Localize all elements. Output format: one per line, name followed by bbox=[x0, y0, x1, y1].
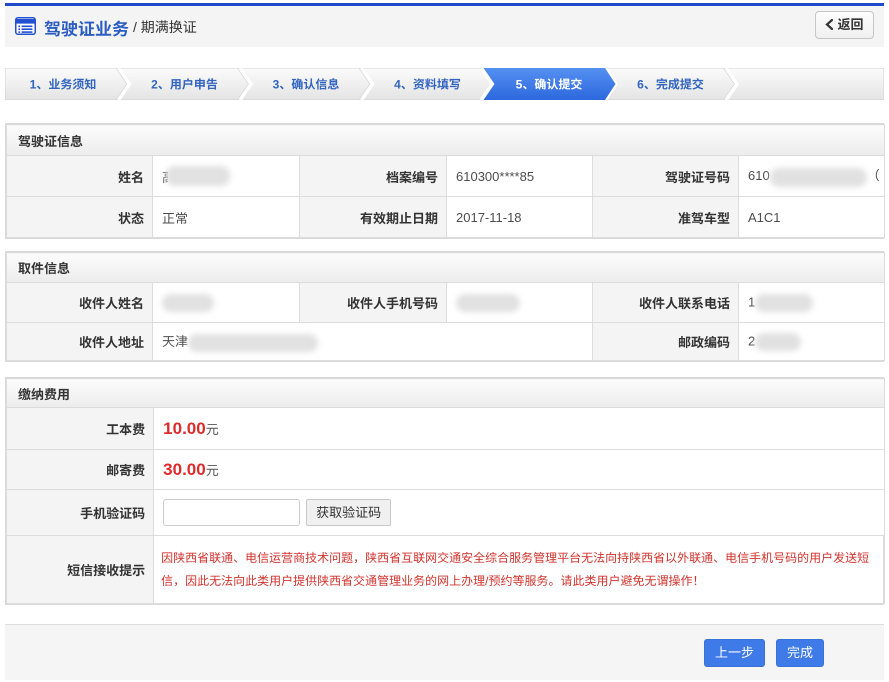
svg-text:4、资料填写: 4、资料填写 bbox=[394, 78, 461, 92]
svg-text:3、确认信息: 3、确认信息 bbox=[273, 78, 340, 92]
svg-text:2、用户申告: 2、用户申告 bbox=[151, 78, 218, 92]
svg-text:6、完成提交: 6、完成提交 bbox=[637, 78, 704, 92]
svg-text:5、确认提交: 5、确认提交 bbox=[516, 78, 583, 92]
svg-text:1、业务须知: 1、业务须知 bbox=[30, 78, 97, 92]
